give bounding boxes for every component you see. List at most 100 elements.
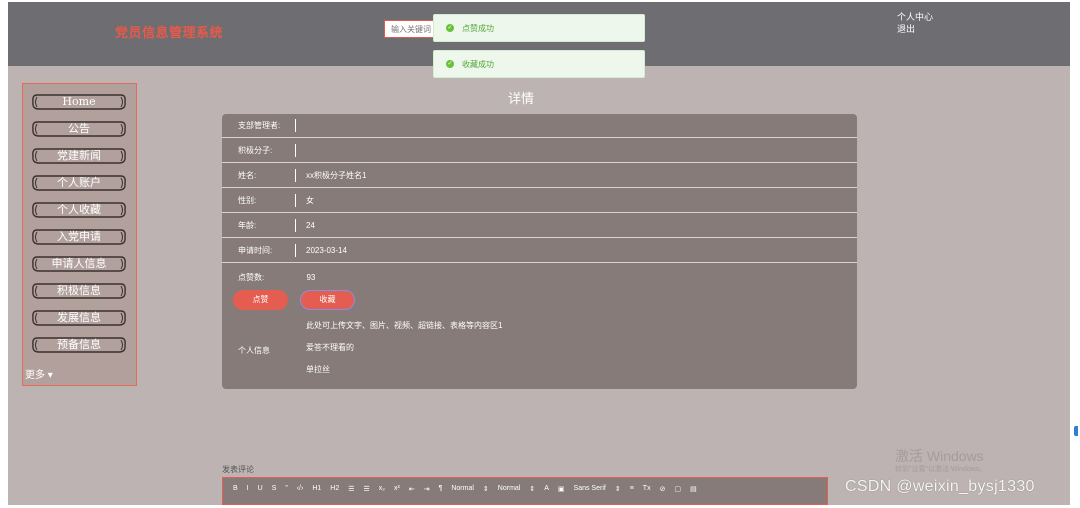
sidebar-item-label: 入党申请 <box>57 230 101 243</box>
sidebar-item-favorites[interactable]: 个人收藏 <box>29 200 129 220</box>
app-brand[interactable]: 党员信息管理系统 <box>115 22 223 41</box>
user-center-link[interactable]: 个人中心 <box>897 11 933 23</box>
csdn-credit: CSDN @weixin_bysj1330 <box>845 478 1035 495</box>
h1-button[interactable]: H1 <box>312 485 321 492</box>
sidebar-item-label: 发展信息 <box>57 311 101 324</box>
toast-text: 点赞成功 <box>462 23 494 33</box>
outdent-button[interactable]: ⇤ <box>409 485 415 493</box>
strike-button[interactable]: S <box>272 485 277 492</box>
header-select[interactable]: Normal <box>498 485 521 492</box>
video-button[interactable]: ▤ <box>690 485 697 493</box>
code-button[interactable]: ‹/› <box>297 485 304 492</box>
sidebar-item-label: 个人账户 <box>57 176 101 189</box>
bullet-list-button[interactable]: ☰ <box>364 485 370 493</box>
row-divider <box>295 119 296 132</box>
detail-row: 年龄: 24 <box>222 214 857 238</box>
ordered-list-button[interactable]: ☰ <box>348 485 354 493</box>
row-label: 申请时间: <box>238 246 273 255</box>
sidebar-item-label: 党建新闻 <box>57 149 101 162</box>
more-label: 更多 <box>25 370 45 381</box>
h2-button[interactable]: H2 <box>330 485 339 492</box>
watermark-subtitle: 转到"设置"以激活 Windows。 <box>895 466 987 473</box>
row-divider <box>295 244 296 257</box>
favorite-button[interactable]: 收藏 <box>300 290 355 310</box>
detail-card: 支部管理者: 积极分子: 姓名: xx积极分子姓名1 性别: 女 年龄: 24 … <box>222 114 857 389</box>
sidebar-item-label: 预备信息 <box>57 338 101 351</box>
sidebar-item-account[interactable]: 个人账户 <box>29 173 129 193</box>
comment-label: 发表评论 <box>222 465 254 474</box>
size-select-arrow-icon[interactable]: ⇕ <box>483 485 489 493</box>
header-select-arrow-icon[interactable]: ⇕ <box>529 485 535 493</box>
sidebar-item-development-info[interactable]: 发展信息 <box>29 308 129 328</box>
quote-button[interactable]: ” <box>285 485 287 492</box>
sidebar-item-probationary-info[interactable]: 预备信息 <box>29 335 129 355</box>
font-select-arrow-icon[interactable]: ⇕ <box>615 485 621 493</box>
superscript-button[interactable]: x² <box>394 485 400 492</box>
personal-info-line: 单拉丝 <box>306 365 330 374</box>
link-button[interactable]: ⊘ <box>660 485 666 493</box>
row-value: xx积极分子姓名1 <box>306 171 367 180</box>
row-label: 性别: <box>238 196 257 205</box>
likes-label: 点赞数: <box>238 273 265 282</box>
sidebar-item-activist-info[interactable]: 积极信息 <box>29 281 129 301</box>
sidebar-item-label: Home <box>62 95 96 108</box>
clear-format-button[interactable]: Tx <box>643 485 651 492</box>
underline-button[interactable]: U <box>258 485 263 492</box>
check-circle-icon: ✓ <box>446 60 454 68</box>
italic-button[interactable]: I <box>247 485 249 492</box>
row-divider <box>295 144 296 157</box>
sidebar-item-label: 公告 <box>68 122 90 135</box>
watermark-title: 激活 Windows <box>895 448 984 464</box>
check-circle-icon: ✓ <box>446 24 454 32</box>
text-color-button[interactable]: A <box>544 485 549 492</box>
font-select[interactable]: Sans Serif <box>574 485 606 492</box>
row-value: 24 <box>306 221 315 230</box>
toast-like-success: ✓ 点赞成功 <box>433 14 645 42</box>
likes-value: 93 <box>306 273 316 282</box>
row-value: 2023-03-14 <box>306 246 347 255</box>
personal-info-line: 爱答不理看的 <box>306 343 354 352</box>
row-label: 支部管理者: <box>238 121 281 130</box>
sidebar-item-applicant-info[interactable]: 申请人信息 <box>29 254 129 274</box>
sidebar-item-party-news[interactable]: 党建新闻 <box>29 146 129 166</box>
sidebar-item-label: 个人收藏 <box>57 203 101 216</box>
size-select[interactable]: Normal <box>451 485 474 492</box>
detail-row: 积极分子: <box>222 139 857 163</box>
row-label: 年龄: <box>238 221 257 230</box>
side-handle[interactable] <box>1074 426 1078 436</box>
row-divider <box>295 169 296 182</box>
chevron-down-icon: ▾ <box>47 370 53 381</box>
detail-row: 姓名: xx积极分子姓名1 <box>222 164 857 188</box>
personal-info-label: 个人信息 <box>238 346 270 355</box>
toast-text: 收藏成功 <box>462 59 494 69</box>
app-frame: 党员信息管理系统 个人中心 退出 ✓ 点赞成功 ✓ 收藏成功 Home 公告 党… <box>8 2 1070 505</box>
row-value: 女 <box>306 196 314 205</box>
detail-row: 申请时间: 2023-03-14 <box>222 239 857 263</box>
sidebar-nav: Home 公告 党建新闻 个人账户 个人收藏 入党申请 申请人信息 积极信息 发… <box>22 83 137 386</box>
indent-button[interactable]: ⇥ <box>424 485 430 493</box>
subscript-button[interactable]: x₂ <box>379 485 385 492</box>
sidebar-more[interactable]: 更多 ▾ <box>25 366 53 381</box>
toast-favorite-success: ✓ 收藏成功 <box>433 50 645 78</box>
image-button[interactable]: ▢ <box>674 485 681 493</box>
detail-row: 性别: 女 <box>222 189 857 213</box>
like-button[interactable]: 点赞 <box>233 290 288 310</box>
row-label: 姓名: <box>238 171 257 180</box>
sidebar-item-label: 积极信息 <box>57 284 101 297</box>
sidebar-item-home[interactable]: Home <box>29 92 129 112</box>
sidebar-item-label: 申请人信息 <box>51 257 107 270</box>
page-title: 详情 <box>508 91 535 106</box>
row-divider <box>295 194 296 207</box>
row-divider <box>295 219 296 232</box>
likes-count: 点赞数: 93 <box>238 272 315 283</box>
user-links: 个人中心 退出 <box>897 11 933 35</box>
background-color-button[interactable]: ▣ <box>558 485 565 493</box>
align-button[interactable]: ≡ <box>630 485 634 492</box>
sidebar-item-notice[interactable]: 公告 <box>29 119 129 139</box>
logout-link[interactable]: 退出 <box>897 23 933 35</box>
comment-editor-toolbar[interactable]: B I U S ” ‹/› H1 H2 ☰ ☰ x₂ x² ⇤ ⇥ ¶ Norm… <box>222 477 828 505</box>
sidebar-item-application[interactable]: 入党申请 <box>29 227 129 247</box>
personal-info-line: 此处可上传文字、图片、视频、超链接、表格等内容区1 <box>306 321 503 330</box>
bold-button[interactable]: B <box>233 485 238 492</box>
direction-button[interactable]: ¶ <box>439 485 443 492</box>
